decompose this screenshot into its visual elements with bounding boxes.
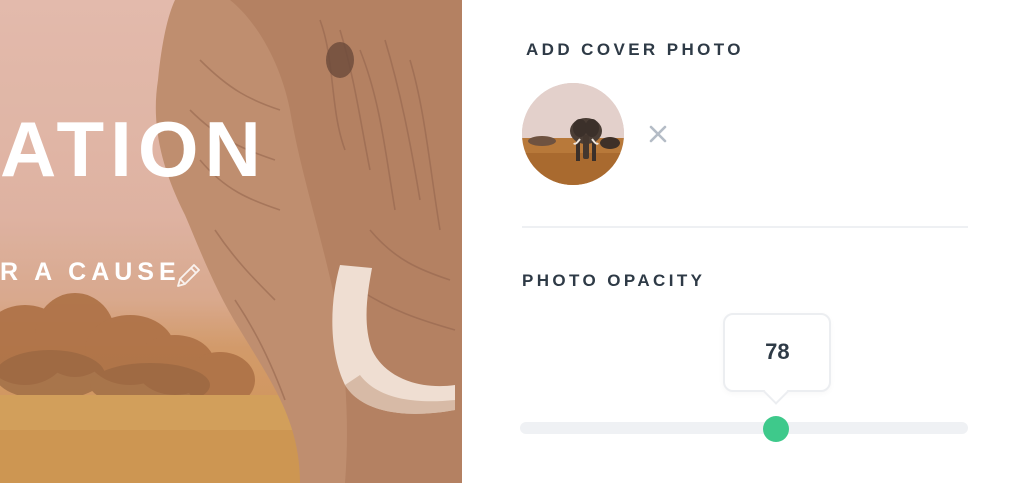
elephant-photo (0, 0, 462, 483)
remove-cover-photo-button[interactable] (646, 122, 670, 146)
pencil-icon[interactable] (170, 258, 206, 294)
opacity-value: 78 (765, 339, 790, 364)
opacity-slider-handle[interactable] (763, 416, 790, 442)
cover-photo-preview: ATION R A CAUSE (0, 0, 462, 483)
opacity-slider-track[interactable] (520, 422, 968, 434)
hero-title: ATION (0, 105, 267, 193)
section-divider (522, 226, 968, 228)
hero-subtitle: R A CAUSE (0, 258, 181, 286)
settings-panel: ADD COVER PHOTO PHOTO OPACITY 78 (462, 0, 1024, 483)
opacity-value-tooltip: 78 (723, 313, 832, 392)
add-cover-photo-heading: ADD COVER PHOTO (526, 40, 744, 59)
cover-photo-thumbnail[interactable] (522, 83, 624, 185)
elephant-thumbnail-image (522, 83, 624, 185)
photo-opacity-heading: PHOTO OPACITY (522, 271, 706, 290)
close-icon (649, 125, 667, 143)
